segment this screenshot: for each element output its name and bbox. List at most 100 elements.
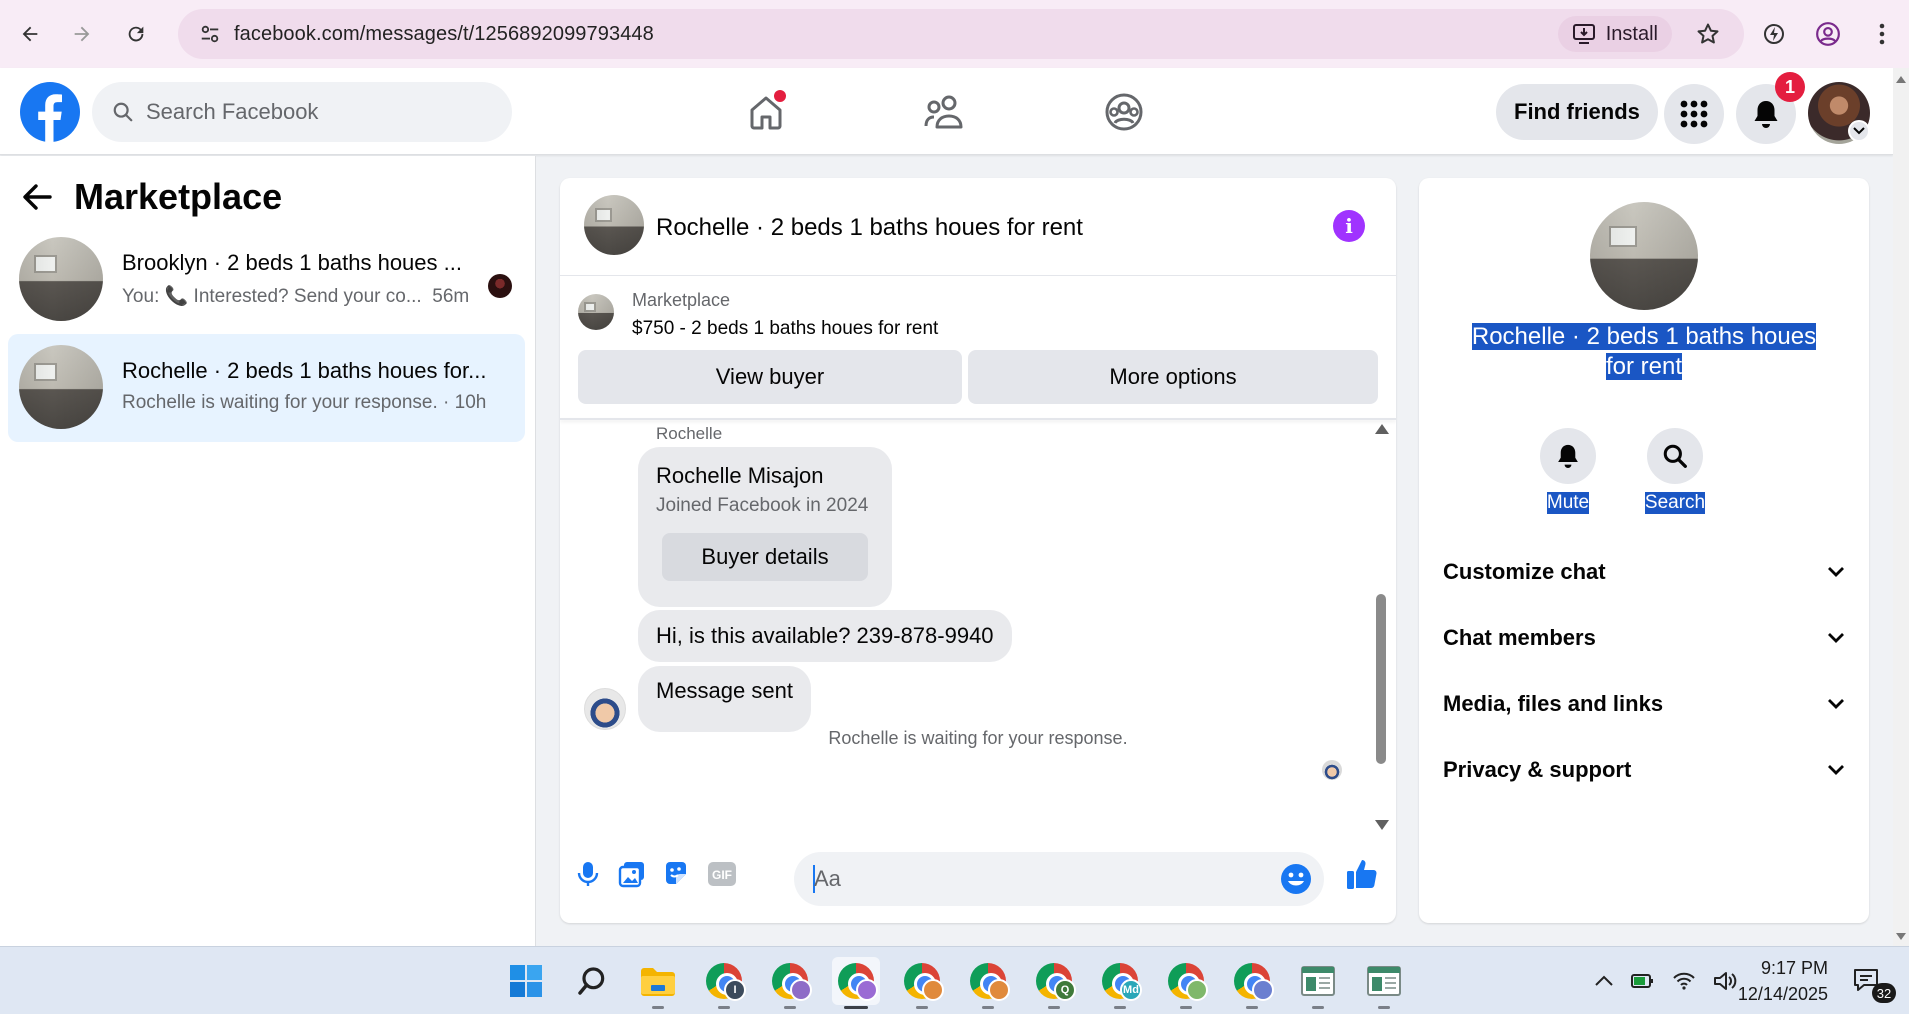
sender-name: Rochelle [656, 424, 723, 443]
buyer-joined-text: Joined Facebook in 2024 [656, 495, 869, 516]
spreadsheet-app-icon[interactable] [1294, 957, 1342, 1009]
home-notification-dot [774, 90, 786, 102]
gif-icon[interactable]: GIF [706, 858, 738, 890]
chrome-window-icon[interactable] [1228, 957, 1276, 1009]
clock-date: 12/14/2025 [1737, 984, 1828, 1004]
url-text[interactable]: facebook.com/messages/t/1256892099793448 [234, 23, 654, 46]
marketplace-title: Marketplace [74, 176, 283, 217]
search-label: Search [1644, 492, 1706, 514]
spreadsheet-app-icon[interactable] [1360, 957, 1408, 1009]
chrome-window-icon[interactable] [898, 957, 946, 1009]
chrome-window-icon[interactable] [1162, 957, 1210, 1009]
menu-button[interactable] [1664, 84, 1724, 144]
find-friends-button[interactable]: Find friends [1496, 84, 1658, 140]
chevron-up-icon[interactable] [1594, 975, 1614, 987]
waiting-status-text: Rochelle is waiting for your response. [828, 728, 1128, 748]
facebook-search-box[interactable] [92, 82, 512, 142]
media-files-links-section[interactable]: Media, files and links [1443, 676, 1845, 732]
buyer-details-button[interactable]: Buyer details [662, 533, 868, 581]
page-scrollbar[interactable] [1893, 68, 1909, 946]
browser-menu-icon[interactable] [1860, 12, 1904, 56]
seen-avatar [488, 274, 512, 298]
facebook-header: Find friends 1 [0, 68, 1893, 155]
chat-members-section[interactable]: Chat members [1443, 610, 1845, 666]
customize-chat-section[interactable]: Customize chat [1443, 544, 1845, 600]
profile-icon[interactable] [1806, 12, 1850, 56]
marketplace-header: Marketplace [22, 176, 282, 218]
message-input[interactable] [814, 864, 1254, 894]
scroll-down-arrow-icon[interactable] [1896, 933, 1906, 940]
conversation-item-rochelle[interactable]: Rochelle · 2 beds 1 baths houes for... R… [8, 334, 525, 442]
sender-avatar[interactable] [584, 688, 626, 730]
privacy-support-section[interactable]: Privacy & support [1443, 742, 1845, 798]
mute-bell-icon[interactable] [1540, 428, 1596, 484]
facebook-search-input[interactable] [146, 99, 466, 125]
buyer-profile-card: Rochelle Misajon Joined Facebook in 2024… [638, 447, 892, 607]
chevron-down-icon [1828, 699, 1844, 709]
scrollbar-thumb[interactable] [1376, 594, 1386, 764]
more-options-button[interactable]: More options [968, 350, 1378, 404]
microphone-icon[interactable] [572, 858, 604, 890]
listing-price-title[interactable]: $750 - 2 beds 1 baths houes for rent [632, 318, 938, 340]
install-app-button[interactable]: Install [1557, 16, 1672, 52]
svg-text:GIF: GIF [712, 868, 732, 882]
message-bubble[interactable]: Message sent [638, 666, 811, 732]
bookmark-star-icon[interactable] [1690, 16, 1726, 52]
view-buyer-button[interactable]: View buyer [578, 350, 962, 404]
nav-friends[interactable] [918, 86, 970, 138]
conversation-info-icon[interactable]: i [1333, 210, 1365, 242]
scroll-up-arrow-icon[interactable] [1896, 76, 1906, 83]
groups-icon [1105, 93, 1143, 131]
facebook-logo-icon[interactable] [20, 82, 80, 142]
sticker-icon[interactable] [660, 858, 692, 890]
site-info-icon[interactable] [186, 23, 234, 45]
forward-icon[interactable] [60, 12, 104, 56]
conversation-item-brooklyn[interactable]: Brooklyn · 2 beds 1 baths houes ... You:… [8, 226, 525, 334]
emoji-icon[interactable] [1280, 863, 1312, 895]
scroll-up-arrow-icon[interactable] [1375, 424, 1389, 434]
thread-scrollbar[interactable] [1374, 420, 1389, 832]
chat-title[interactable]: Rochelle · 2 beds 1 baths houes for rent [656, 214, 1083, 242]
chrome-window-icon[interactable]: Q [1030, 957, 1078, 1009]
like-thumbs-up-icon[interactable] [1344, 856, 1380, 892]
message-composer[interactable] [794, 852, 1324, 906]
conversation-title: Brooklyn · 2 beds 1 baths houes ... [122, 250, 462, 275]
friends-icon [924, 95, 963, 129]
chrome-window-icon[interactable] [964, 957, 1012, 1009]
start-windows-icon[interactable] [502, 957, 550, 1005]
taskbar-search-icon[interactable] [568, 957, 616, 1005]
message-bubble[interactable]: Hi, is this available? 239-878-9940 [638, 610, 1012, 662]
marketplace-inbox: Marketplace Brooklyn · 2 beds 1 baths ho… [0, 156, 536, 946]
scroll-down-arrow-icon[interactable] [1375, 820, 1389, 830]
battery-icon[interactable] [1630, 971, 1654, 991]
wifi-icon[interactable] [1672, 971, 1696, 991]
conversation-time: 56m [432, 286, 470, 307]
conversation-info-panel: Rochelle · 2 beds 1 baths houes for rent… [1419, 178, 1869, 923]
chrome-window-icon[interactable]: Md [1096, 957, 1144, 1009]
listing-thumbnail [578, 294, 614, 330]
listing-photo[interactable] [1590, 202, 1698, 310]
performance-icon[interactable] [1752, 12, 1796, 56]
chevron-down-icon[interactable] [1848, 120, 1870, 142]
chrome-window-icon[interactable]: I [700, 957, 748, 1009]
nav-home[interactable] [740, 86, 792, 138]
address-bar[interactable]: facebook.com/messages/t/1256892099793448… [178, 9, 1744, 59]
file-explorer-icon[interactable] [634, 957, 682, 1009]
mute-action[interactable]: Mute [1533, 428, 1603, 514]
message-thread: Rochelle Rochelle Misajon Joined Faceboo… [560, 420, 1396, 832]
chat-listing-photo[interactable] [584, 195, 644, 255]
system-tray [1594, 947, 1738, 1014]
system-clock[interactable]: 9:17 PM 12/14/2025 [1728, 955, 1828, 1007]
reload-icon[interactable] [114, 12, 158, 56]
install-icon [1572, 24, 1595, 44]
chrome-window-icon-active[interactable] [832, 957, 880, 1009]
nav-groups[interactable] [1098, 86, 1150, 138]
chrome-window-icon[interactable] [766, 957, 814, 1009]
back-icon[interactable] [8, 12, 52, 56]
photo-attach-icon[interactable] [616, 858, 648, 890]
notification-badge: 1 [1775, 72, 1805, 102]
search-in-conversation-action[interactable]: Search [1640, 428, 1710, 514]
back-arrow-icon[interactable] [22, 184, 52, 210]
chevron-down-icon [1828, 567, 1844, 577]
search-icon[interactable] [1647, 428, 1703, 484]
